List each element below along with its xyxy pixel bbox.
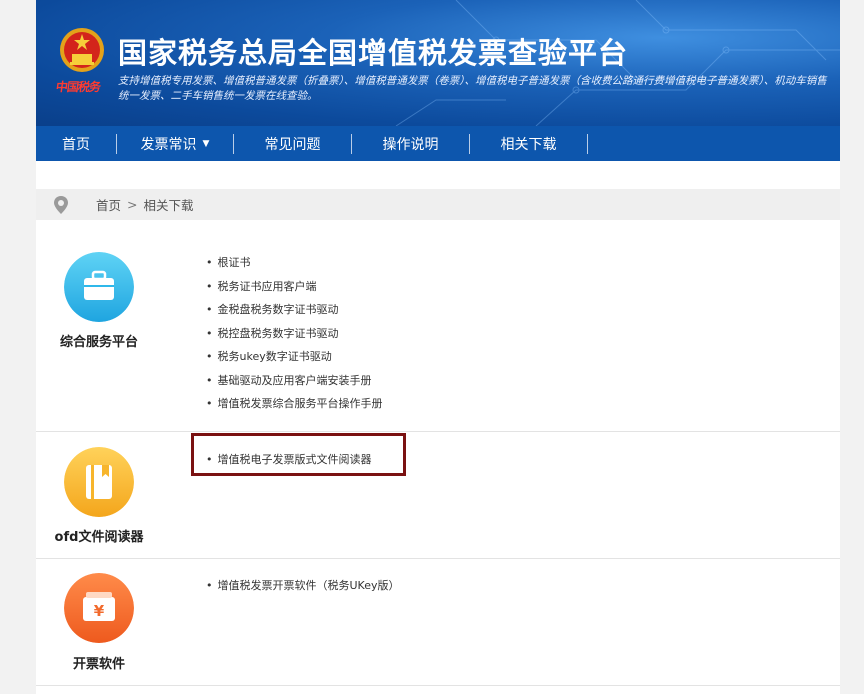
main-nav: 首页 发票常识 ▼ 常见问题 操作说明 相关下载 [36, 126, 840, 161]
chevron-down-icon: ▼ [202, 138, 210, 149]
yuan-wallet-icon: ¥ [64, 573, 134, 643]
download-list: 增值税发票开票软件（税务UKey版） [206, 574, 400, 598]
nav-invoice-knowledge[interactable]: 发票常识 ▼ [117, 126, 233, 161]
section-ofd-reader: ofd文件阅读器 增值税电子发票版式文件阅读器 [36, 432, 840, 559]
location-pin-icon [54, 195, 68, 214]
highlight-box [191, 433, 406, 476]
nav-instructions[interactable]: 操作说明 [352, 126, 469, 161]
nav-downloads[interactable]: 相关下载 [470, 126, 587, 161]
breadcrumb-separator: > [127, 197, 138, 212]
download-link[interactable]: 金税盘税务数字证书驱动 [206, 298, 383, 322]
nav-home[interactable]: 首页 [36, 126, 116, 161]
site-subtitle: 支持增值税专用发票、增值税普通发票（折叠票）、增值税普通发票（卷票）、增值税电子… [118, 75, 827, 102]
page-margin-right [840, 0, 864, 694]
nav-separator [587, 133, 588, 154]
page-margin-left [0, 0, 36, 694]
nav-invoice-knowledge-label: 发票常识 [140, 136, 197, 153]
download-link[interactable]: 税务ukey数字证书驱动 [206, 345, 383, 369]
download-link[interactable]: 根证书 [206, 251, 383, 275]
section-title: ofd文件阅读器 [54, 530, 144, 545]
download-link[interactable]: 基础驱动及应用客户端安装手册 [206, 369, 383, 393]
section-title: 开票软件 [72, 657, 125, 672]
download-link[interactable]: 税务证书应用客户端 [206, 275, 383, 299]
download-link[interactable]: 增值税发票开票软件（税务UKey版） [206, 574, 400, 598]
breadcrumb-home-link[interactable]: 首页 [96, 195, 121, 214]
download-list: 根证书 税务证书应用客户端 金税盘税务数字证书驱动 税控盘税务数字证书驱动 税务… [206, 251, 383, 416]
briefcase-icon [64, 252, 134, 322]
nav-faq[interactable]: 常见问题 [234, 126, 351, 161]
nav-downloads-label: 相关下载 [500, 136, 557, 153]
national-emblem-icon [60, 28, 104, 72]
nav-home-label: 首页 [62, 136, 90, 153]
breadcrumb-current: 相关下载 [143, 198, 194, 213]
nav-faq-label: 常见问题 [264, 136, 321, 153]
tax-brand-logo-text: 中国税务 [54, 80, 101, 94]
section-service-platform: 综合服务平台 根证书 税务证书应用客户端 金税盘税务数字证书驱动 税控盘税务数字… [36, 240, 840, 432]
site-title: 国家税务总局全国增值税发票查验平台 [118, 36, 629, 70]
nav-instructions-label: 操作说明 [382, 136, 439, 153]
site-header: 中国税务 国家税务总局全国增值税发票查验平台 支持增值税专用发票、增值税普通发票… [36, 0, 840, 126]
book-icon [64, 447, 134, 517]
section-invoicing-software: ¥ 开票软件 增值税发票开票软件（税务UKey版） [36, 559, 840, 686]
section-title: 综合服务平台 [59, 335, 138, 350]
svg-text:¥: ¥ [94, 602, 105, 620]
download-link[interactable]: 增值税发票综合服务平台操作手册 [206, 392, 383, 416]
download-link[interactable]: 税控盘税务数字证书驱动 [206, 322, 383, 346]
breadcrumb: 首页 > 相关下载 [36, 189, 840, 220]
